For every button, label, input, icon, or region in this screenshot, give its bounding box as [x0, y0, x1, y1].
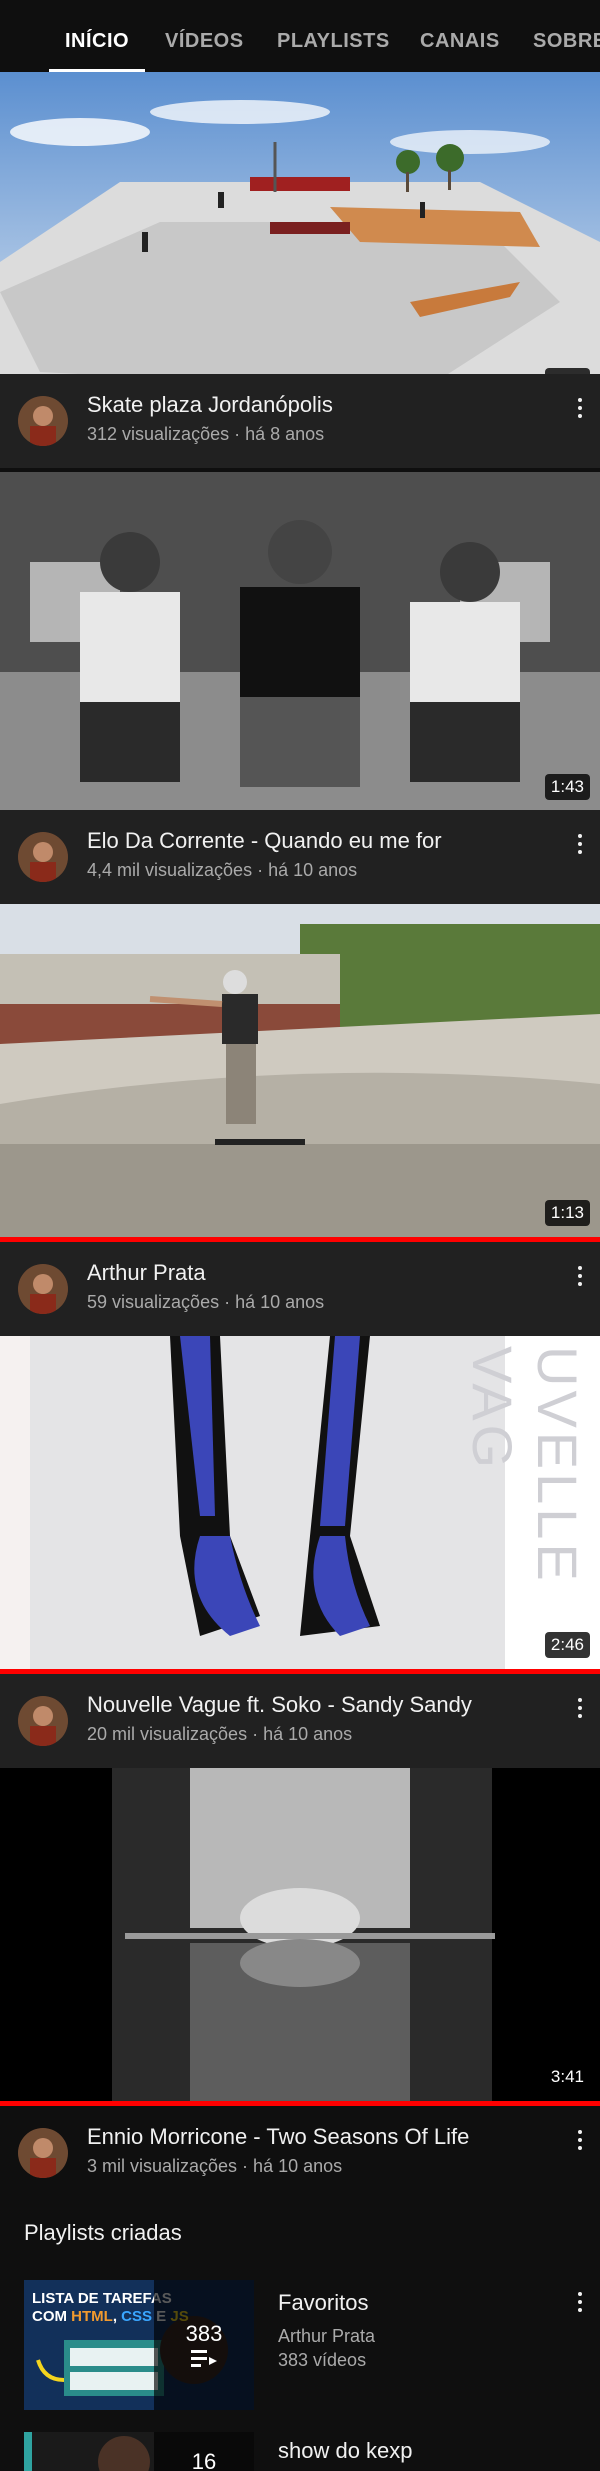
playlist-thumb-css: CSS: [121, 2308, 153, 2325]
channel-avatar[interactable]: [18, 832, 68, 882]
more-options-icon[interactable]: [570, 394, 590, 424]
more-options-icon[interactable]: [570, 830, 590, 860]
tab-inicio[interactable]: INÍCIO: [48, 0, 146, 72]
playlist-count: 383: [185, 2321, 223, 2346]
video-thumbnail[interactable]: UVELLE VAG 2:46: [0, 1336, 600, 1674]
video-title[interactable]: Nouvelle Vague ft. Soko - Sandy Sandy: [87, 1692, 472, 1718]
playlist-item[interactable]: LISTA DE TAREFAS COM HTML, CSS E JS 383 …: [0, 2280, 600, 2415]
video-meta: Arthur Prata 59 visualizações · há 10 an…: [0, 1242, 600, 1336]
duration-badge: 1:13: [544, 1200, 590, 1226]
video-stats: 3 mil visualizações · há 10 anos: [87, 2156, 343, 2176]
channel-avatar[interactable]: [18, 396, 68, 446]
more-options-icon[interactable]: [570, 2288, 590, 2318]
more-options-icon[interactable]: [570, 2126, 590, 2156]
playlist-thumbnail[interactable]: LISTA DE TAREFAS COM HTML, CSS E JS 383: [24, 2280, 254, 2410]
playlists-section-title: Playlists criadas: [24, 2220, 182, 2245]
video-meta: Nouvelle Vague ft. Soko - Sandy Sandy 20…: [0, 1674, 600, 1768]
playlist-thumb-sep: ,: [112, 2308, 122, 2325]
video-thumbnail[interactable]: 0:36: [0, 72, 600, 410]
playlist-thumb-line1: LISTA DE TAREFAS: [32, 2290, 172, 2307]
video-meta: Elo Da Corrente - Quando eu me for 4,4 m…: [0, 810, 600, 904]
video-meta: Skate plaza Jordanópolis 312 visualizaçõ…: [0, 374, 600, 468]
playlist-video-count: 383 vídeos: [278, 2350, 367, 2370]
video-thumbnail[interactable]: 3:41: [0, 1768, 600, 2106]
video-title[interactable]: Ennio Morricone - Two Seasons Of Life: [87, 2124, 469, 2150]
more-options-icon[interactable]: [570, 1262, 590, 1292]
playlist-queue-icon: [191, 2350, 217, 2367]
playlist-title[interactable]: show do kexp: [278, 2438, 413, 2464]
video-meta: Ennio Morricone - Two Seasons Of Life 3 …: [0, 2106, 600, 2200]
video-stats: 312 visualizações · há 8 anos: [87, 424, 325, 444]
video-title[interactable]: Skate plaza Jordanópolis: [87, 392, 333, 418]
duration-badge: 2:46: [544, 1632, 590, 1658]
duration-badge: 1:43: [544, 774, 590, 800]
video-title[interactable]: Elo Da Corrente - Quando eu me for: [87, 828, 442, 854]
video-stats: 20 mil visualizações · há 10 anos: [87, 1724, 353, 1744]
thumbnail-overlay-text: UVELLE VAG: [461, 1346, 589, 1585]
tab-playlists[interactable]: PLAYLISTS: [277, 0, 390, 72]
video-stats: 59 visualizações · há 10 anos: [87, 1292, 325, 1312]
video-stats: 4,4 mil visualizações · há 10 anos: [87, 860, 358, 880]
playlist-thumbnail[interactable]: 16: [24, 2432, 254, 2471]
channel-tab-bar: INÍCIO VÍDEOS PLAYLISTS CANAIS SOBRE: [0, 0, 600, 72]
channel-avatar[interactable]: [18, 2128, 68, 2178]
playlist-count-overlay: 383: [154, 2280, 254, 2410]
video-title[interactable]: Arthur Prata: [87, 1260, 206, 1286]
tab-videos[interactable]: VÍDEOS: [165, 0, 244, 72]
playlist-title[interactable]: Favoritos: [278, 2290, 368, 2316]
video-thumbnail[interactable]: 1:13: [0, 904, 600, 1242]
channel-avatar[interactable]: [18, 1264, 68, 1314]
playlist-count: 16: [191, 2448, 217, 2471]
playlist-thumb-word: COM: [32, 2308, 72, 2325]
playlist-item[interactable]: 16 show do kexp: [0, 2432, 600, 2471]
playlist-author[interactable]: Arthur Prata: [278, 2326, 375, 2347]
tab-canais[interactable]: CANAIS: [420, 0, 500, 72]
tab-sobre[interactable]: SOBRE: [533, 0, 600, 72]
channel-avatar[interactable]: [18, 1696, 68, 1746]
playlist-thumb-html: HTML: [71, 2308, 113, 2325]
video-thumbnail[interactable]: 1:43: [0, 472, 600, 810]
more-options-icon[interactable]: [570, 1694, 590, 1724]
duration-badge: 3:41: [544, 2064, 590, 2090]
playlist-count-overlay: 16: [154, 2432, 254, 2471]
